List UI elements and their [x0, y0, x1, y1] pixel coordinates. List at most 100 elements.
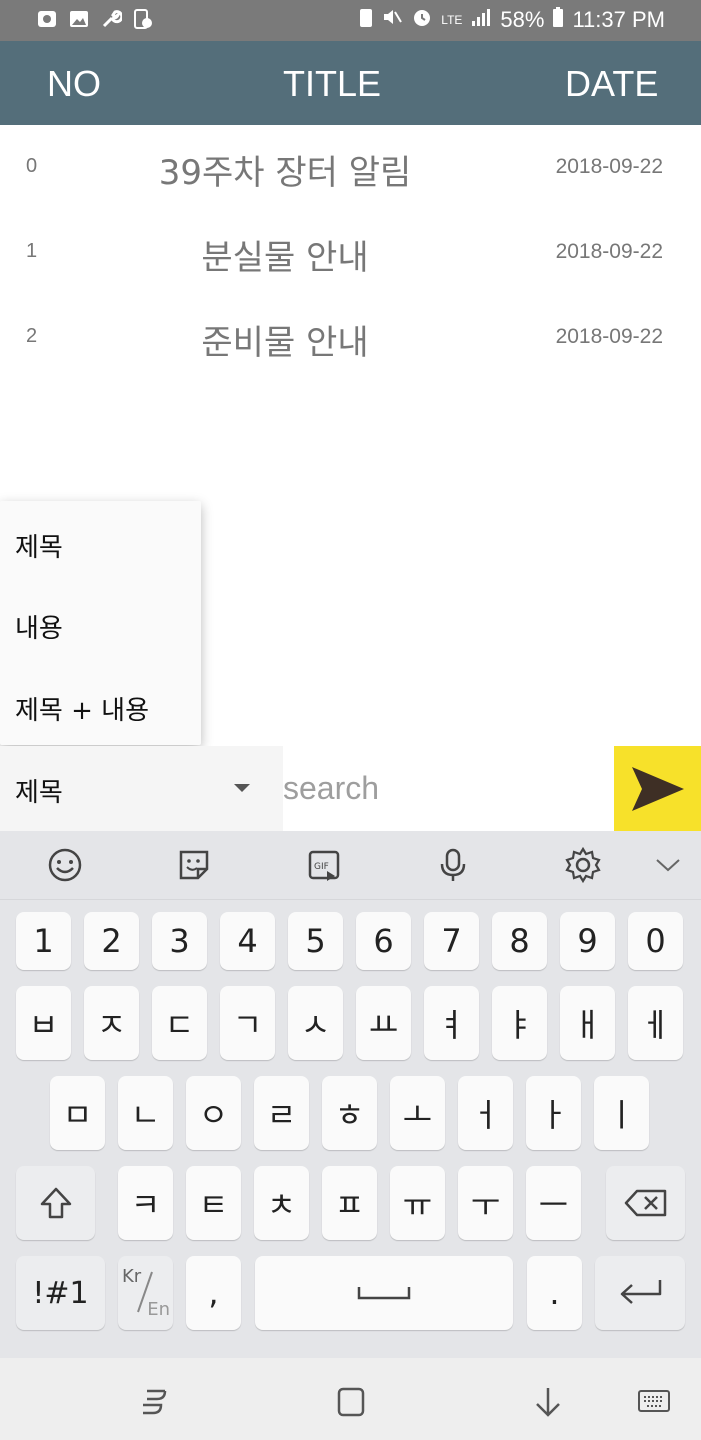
- status-right: LTE 58% 11:37 PM: [359, 6, 665, 34]
- table-row[interactable]: 2 준비물 안내 2018-09-22: [0, 297, 701, 382]
- symbols-key[interactable]: !#1: [16, 1256, 105, 1330]
- notification-icons: [36, 8, 154, 30]
- sticker-icon[interactable]: [174, 845, 214, 885]
- space-key[interactable]: [255, 1256, 513, 1330]
- recent-apps-icon[interactable]: [134, 1382, 174, 1422]
- backspace-key[interactable]: [606, 1166, 685, 1240]
- key-a[interactable]: ㅏ: [526, 1076, 581, 1150]
- dropdown-caret-icon: [234, 784, 250, 792]
- battery-percent: 58%: [500, 7, 545, 32]
- row-title: 39주차 장터 알림: [158, 153, 412, 193]
- settings-gear-icon[interactable]: [563, 845, 603, 885]
- battery-icon: [552, 6, 564, 34]
- table-row[interactable]: 0 39주차 장터 알림 2018-09-22: [0, 127, 701, 212]
- send-icon: [631, 766, 684, 811]
- row-date: 2018-09-22: [555, 325, 663, 348]
- alarm-icon: [411, 6, 433, 34]
- microphone-icon[interactable]: [433, 845, 473, 885]
- dropdown-option-title[interactable]: 제목: [15, 527, 63, 564]
- key-eo[interactable]: ㅓ: [458, 1076, 513, 1150]
- image-icon: [68, 8, 90, 30]
- key-o[interactable]: ㅗ: [390, 1076, 445, 1150]
- svg-text:GIF: GIF: [314, 862, 329, 872]
- mute-icon: [381, 6, 403, 34]
- collapse-keyboard-chevron-icon[interactable]: [648, 845, 688, 885]
- row-title: 준비물 안내: [201, 323, 369, 363]
- network-type: LTE: [441, 13, 463, 27]
- key-mieum[interactable]: ㅁ: [50, 1076, 105, 1150]
- send-button[interactable]: [614, 746, 701, 831]
- key-yu[interactable]: ㅠ: [390, 1166, 445, 1240]
- table-row[interactable]: 1 분실물 안내 2018-09-22: [0, 212, 701, 297]
- comma-key[interactable]: ,: [186, 1256, 241, 1330]
- app-notification-icon: [36, 8, 58, 30]
- key-2[interactable]: 2: [84, 912, 139, 970]
- key-0[interactable]: 0: [628, 912, 683, 970]
- key-hieut[interactable]: ㅎ: [322, 1076, 377, 1150]
- signal-icon: [470, 6, 492, 34]
- key-kieuk[interactable]: ㅋ: [118, 1166, 173, 1240]
- clock: 11:37 PM: [572, 7, 665, 32]
- key-3[interactable]: 3: [152, 912, 207, 970]
- header-no: NO: [47, 63, 101, 104]
- shift-key[interactable]: [16, 1166, 95, 1240]
- period-key[interactable]: .: [527, 1256, 582, 1330]
- key-yo[interactable]: ㅛ: [356, 986, 411, 1060]
- search-type-selected: 제목: [15, 778, 63, 808]
- key-6[interactable]: 6: [356, 912, 411, 970]
- gif-icon[interactable]: GIF: [304, 845, 344, 885]
- search-type-dropdown-menu: 제목 내용 제목 + 내용: [0, 501, 201, 745]
- key-5[interactable]: 5: [288, 912, 343, 970]
- back-down-arrow-icon[interactable]: [528, 1382, 568, 1422]
- enter-key[interactable]: [595, 1256, 685, 1330]
- backspace-icon: [624, 1189, 666, 1217]
- key-pieup[interactable]: ㅍ: [322, 1166, 377, 1240]
- key-chieut[interactable]: ㅊ: [254, 1166, 309, 1240]
- key-ya[interactable]: ㅑ: [492, 986, 547, 1060]
- search-input[interactable]: [283, 746, 614, 831]
- header-title: TITLE: [283, 63, 382, 104]
- key-ae[interactable]: ㅐ: [560, 986, 615, 1060]
- key-ieung[interactable]: ㅇ: [186, 1076, 241, 1150]
- lang-en-label: En: [147, 1299, 170, 1320]
- key-7[interactable]: 7: [424, 912, 479, 970]
- key-9[interactable]: 9: [560, 912, 615, 970]
- row-date: 2018-09-22: [555, 155, 663, 178]
- row-no: 1: [26, 240, 38, 262]
- keyboard-toolbar: GIF: [0, 831, 701, 900]
- search-type-select[interactable]: 제목: [0, 746, 283, 831]
- row-no: 2: [26, 325, 38, 347]
- key-rieul[interactable]: ㄹ: [254, 1076, 309, 1150]
- screen-timer-icon: [132, 8, 154, 30]
- key-nieun[interactable]: ㄴ: [118, 1076, 173, 1150]
- keyboard-switch-icon[interactable]: [634, 1382, 674, 1422]
- home-icon[interactable]: [331, 1382, 371, 1422]
- key-yeo[interactable]: ㅕ: [424, 986, 479, 1060]
- key-8[interactable]: 8: [492, 912, 547, 970]
- key-4[interactable]: 4: [220, 912, 275, 970]
- row-title: 분실물 안내: [201, 238, 369, 278]
- enter-return-icon: [620, 1280, 662, 1304]
- language-switch-key[interactable]: Kr En: [118, 1256, 173, 1330]
- wrench-icon: [100, 8, 122, 30]
- key-giyeok[interactable]: ㄱ: [220, 986, 275, 1060]
- key-eu[interactable]: ㅡ: [526, 1166, 581, 1240]
- key-digeut[interactable]: ㄷ: [152, 986, 207, 1060]
- space-bar-icon: [357, 1287, 411, 1300]
- key-e[interactable]: ㅔ: [628, 986, 683, 1060]
- header-date: DATE: [565, 63, 659, 104]
- navigation-bar: [0, 1358, 701, 1440]
- row-date: 2018-09-22: [555, 240, 663, 263]
- key-jieut[interactable]: ㅈ: [84, 986, 139, 1060]
- key-1[interactable]: 1: [16, 912, 71, 970]
- key-tieut[interactable]: ㅌ: [186, 1166, 241, 1240]
- dropdown-option-title-content[interactable]: 제목 + 내용: [15, 690, 149, 727]
- dropdown-option-content[interactable]: 내용: [15, 608, 63, 645]
- key-siot[interactable]: ㅅ: [288, 986, 343, 1060]
- key-bieup[interactable]: ㅂ: [16, 986, 71, 1060]
- shift-arrow-icon: [40, 1187, 71, 1219]
- table-header: NO TITLE DATE: [0, 41, 701, 125]
- key-u[interactable]: ㅜ: [458, 1166, 513, 1240]
- key-i[interactable]: ㅣ: [594, 1076, 649, 1150]
- emoji-icon[interactable]: [45, 845, 85, 885]
